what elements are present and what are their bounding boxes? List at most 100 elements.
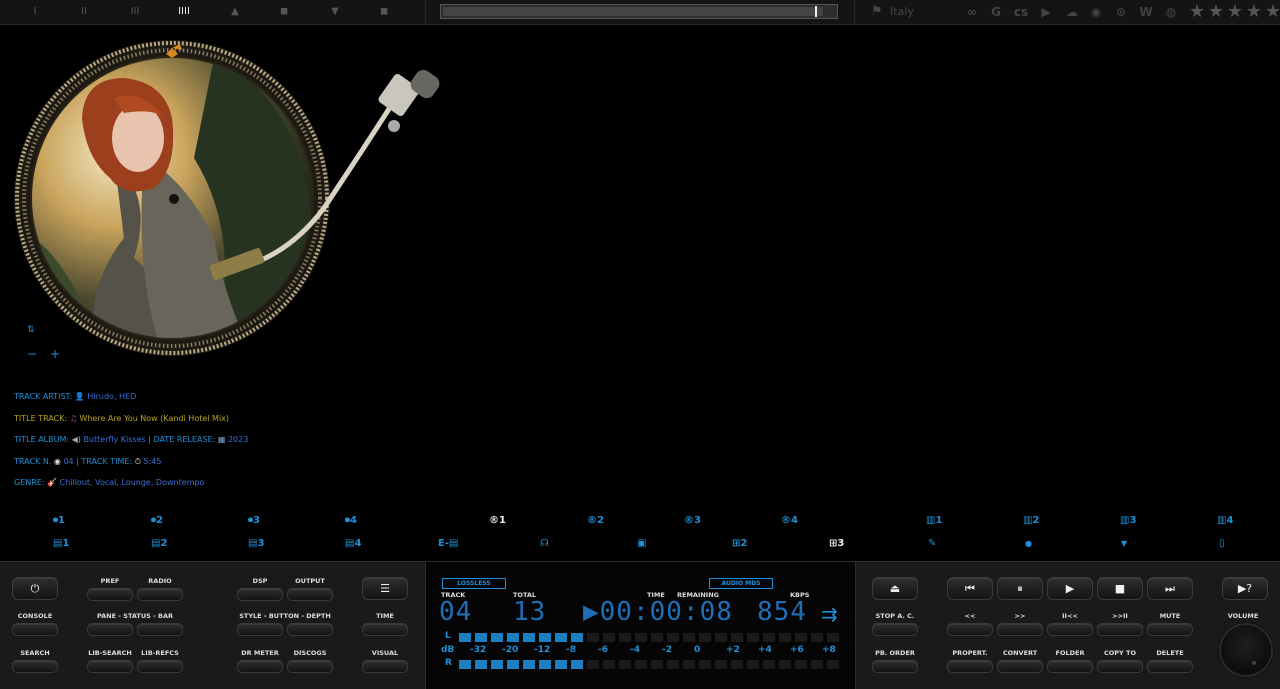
rating-star-icon[interactable]: ★: [1207, 2, 1225, 22]
lastfm-icon[interactable]: ∞: [964, 4, 980, 20]
info-button[interactable]: ▯: [1219, 537, 1225, 551]
edit-document-icon: E-▤: [438, 538, 459, 549]
copy-to-button[interactable]: [1097, 660, 1143, 673]
prev-pause-button[interactable]: [1047, 623, 1093, 636]
dr-meter-button[interactable]: [237, 660, 283, 673]
search-tool-button[interactable]: ●: [1025, 537, 1032, 551]
output-button[interactable]: [287, 588, 333, 601]
style-button[interactable]: [237, 623, 283, 636]
disc-preset-2[interactable]: ⏺2: [151, 514, 163, 528]
time-button[interactable]: [362, 623, 408, 636]
meter-preset-1[interactable]: ▥1: [926, 514, 942, 528]
lastfm-logo-icon[interactable]: cs: [1013, 4, 1029, 20]
properties-button[interactable]: [947, 660, 993, 673]
disc-preset-1[interactable]: ⏺1: [53, 514, 65, 528]
doc-preset-1[interactable]: ▤1: [53, 537, 69, 551]
meter-cell: [587, 660, 599, 669]
layout-4-button[interactable]: IIII: [176, 5, 192, 19]
preset-label: 2: [1032, 515, 1040, 526]
folder-button[interactable]: [1047, 660, 1093, 673]
seek-bar-fill: [443, 7, 824, 16]
rating-star-icon[interactable]: ★: [1264, 2, 1280, 22]
headphones-button[interactable]: ☊: [540, 537, 549, 551]
layout-2-button[interactable]: II: [76, 5, 92, 19]
google-icon[interactable]: G: [988, 4, 1004, 20]
db-scale-label: -8: [566, 645, 576, 655]
seek-bar[interactable]: [440, 4, 838, 19]
pause-button[interactable]: ⏸: [997, 577, 1043, 600]
console-button[interactable]: [12, 623, 58, 636]
help-button[interactable]: ▶?: [1222, 577, 1268, 600]
rating-star-icon[interactable]: ★: [1188, 2, 1206, 22]
layout-1-button[interactable]: I: [27, 5, 43, 19]
zoom-out-button[interactable]: −: [27, 347, 37, 361]
disc-preset-4[interactable]: ⏺4: [345, 514, 357, 528]
volume-knob[interactable]: [1219, 623, 1273, 677]
soundcloud-icon[interactable]: ☁: [1064, 4, 1080, 20]
pane-button[interactable]: [87, 623, 133, 636]
play-button[interactable]: ▶: [1047, 577, 1093, 600]
pb-order-button[interactable]: [872, 660, 918, 673]
rating-star-icon[interactable]: ★: [1226, 2, 1244, 22]
radio-preset-2[interactable]: ®2: [587, 514, 604, 528]
dsp-button[interactable]: [237, 588, 283, 601]
power-button[interactable]: ⏻: [12, 577, 58, 600]
radio-preset-3[interactable]: ®3: [684, 514, 701, 528]
layout-3-button[interactable]: III: [127, 5, 143, 19]
meter-preset-4[interactable]: ▥4: [1217, 514, 1233, 528]
doc-preset-2[interactable]: ▤2: [151, 537, 167, 551]
image-button[interactable]: ▣: [637, 537, 646, 551]
podcast-icon[interactable]: ◍: [1163, 4, 1179, 20]
wikipedia-icon[interactable]: W: [1138, 4, 1154, 20]
grid-preset-3[interactable]: ⊞3: [829, 537, 844, 551]
depth-button[interactable]: [287, 623, 333, 636]
radio-button[interactable]: [137, 588, 183, 601]
lib-search-button[interactable]: [87, 660, 133, 673]
stop-ac-button[interactable]: [872, 623, 918, 636]
pref-button[interactable]: [87, 588, 133, 601]
doc-preset-3[interactable]: ▤3: [248, 537, 264, 551]
disc-preset-3[interactable]: ⏺3: [248, 514, 260, 528]
radio-preset-1[interactable]: ®1: [489, 514, 506, 528]
meter-cell: [523, 633, 535, 642]
previous-button[interactable]: ⏮: [947, 577, 993, 600]
status-bar-button[interactable]: [137, 623, 183, 636]
lib-refcs-button[interactable]: [137, 660, 183, 673]
pin-button[interactable]: ✎: [928, 537, 936, 551]
convert-button[interactable]: [997, 660, 1043, 673]
rewind-button[interactable]: [947, 623, 993, 636]
trash-icon: ▼: [1121, 539, 1128, 548]
grid-preset-2[interactable]: ⊞2: [732, 537, 747, 551]
discogs-button[interactable]: [287, 660, 333, 673]
spotify-icon[interactable]: ◉: [1088, 4, 1104, 20]
youtube-icon[interactable]: ▶: [1038, 4, 1054, 20]
edit-doc-button[interactable]: E-▤: [438, 537, 458, 551]
visual-button[interactable]: [362, 660, 408, 673]
stop-button[interactable]: ■: [1097, 577, 1143, 600]
zoom-in-button[interactable]: +: [50, 347, 60, 361]
fast-forward-button[interactable]: [997, 623, 1043, 636]
seek-bar-thumb[interactable]: [815, 6, 818, 17]
repeat-arrow-icon[interactable]: ⇉: [821, 602, 838, 626]
meter-preset-2[interactable]: ▥2: [1023, 514, 1039, 528]
layout-down-button[interactable]: ▼: [327, 5, 343, 19]
meter-preset-3[interactable]: ▥3: [1120, 514, 1136, 528]
volume-label: VOLUME: [1227, 612, 1259, 620]
allmusic-icon[interactable]: ⊙: [1113, 4, 1129, 20]
radio-preset-4[interactable]: ®4: [781, 514, 798, 528]
layout-square2-button[interactable]: ◼: [376, 5, 392, 19]
layout-square-button[interactable]: ◼: [276, 5, 292, 19]
next-pause-button[interactable]: [1097, 623, 1143, 636]
doc-preset-4[interactable]: ▤4: [345, 537, 361, 551]
delete-button[interactable]: [1147, 660, 1193, 673]
rating-star-icon[interactable]: ★: [1245, 2, 1263, 22]
menu-button[interactable]: ☰: [362, 577, 408, 600]
swap-arrow-icon[interactable]: ⇅: [27, 325, 35, 335]
eject-button[interactable]: ⏏: [872, 577, 918, 600]
search-button[interactable]: [12, 660, 58, 673]
mute-button[interactable]: [1147, 623, 1193, 636]
trash-button[interactable]: ▼: [1121, 537, 1127, 551]
next-button[interactable]: ⏭: [1147, 577, 1193, 600]
layout-up-button[interactable]: ▲: [227, 5, 243, 19]
db-scale-label: -20: [502, 645, 519, 655]
